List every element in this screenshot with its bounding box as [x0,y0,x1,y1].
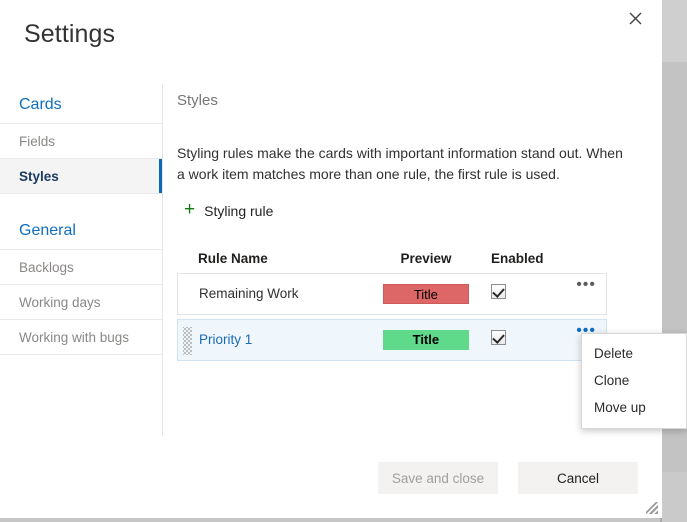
settings-dialog: Settings Cards Fields Styles General Bac… [0,0,662,518]
settings-sidebar: Cards Fields Styles General Backlogs Wor… [0,86,162,355]
cancel-button[interactable]: Cancel [518,462,638,494]
close-icon[interactable] [620,4,650,32]
sidebar-item-styles[interactable]: Styles [0,159,162,194]
dialog-footer: Save and close Cancel [0,462,662,494]
table-row[interactable]: Remaining Work Title ••• [177,273,607,315]
menu-item-delete[interactable]: Delete [582,340,686,367]
screenshot-root: Settings Cards Fields Styles General Bac… [0,0,687,522]
table-header-row: Rule Name Preview Enabled [177,243,607,273]
rule-preview-cell: Title [367,284,484,304]
rule-name-label: Priority 1 [199,332,253,347]
column-header-rule-name: Rule Name [198,250,268,266]
sidebar-group-header-cards: Cards [0,86,162,124]
section-description: Styling rules make the cards with import… [177,145,623,182]
sidebar-group-header-general: General [0,212,162,250]
main-panel: Styles Styling rules make the cards with… [177,92,637,361]
row-context-menu: Delete Clone Move up [581,333,687,429]
add-styling-rule-button[interactable]: + Styling rule [184,199,274,220]
styling-rules-table: Rule Name Preview Enabled Remaining Work… [177,243,607,361]
sidebar-item-working-days[interactable]: Working days [0,285,162,320]
enabled-checkbox[interactable] [490,284,506,299]
rule-name-cell: Remaining Work [178,285,367,303]
backdrop-band-bottom [660,472,687,522]
rule-enabled-cell [485,284,565,304]
row-menu-icon[interactable]: ••• [576,277,596,293]
enabled-checkbox[interactable] [490,330,506,345]
menu-item-move-up[interactable]: Move up [582,394,686,421]
plus-icon: + [184,199,196,220]
preview-badge: Title [382,330,469,350]
table-row[interactable]: Priority 1 Title ••• [177,319,607,361]
rule-name-cell: Priority 1 [178,331,367,349]
resize-grip-icon[interactable] [646,502,658,514]
column-header-enabled: Enabled [491,250,544,266]
vertical-divider [162,84,163,436]
sidebar-item-backlogs[interactable]: Backlogs [0,250,162,285]
rule-preview-cell: Title [367,330,484,350]
add-styling-rule-label: Styling rule [204,202,274,219]
sidebar-item-fields[interactable]: Fields [0,124,162,159]
save-and-close-button[interactable]: Save and close [378,462,498,494]
drag-handle-icon[interactable] [183,327,192,355]
rule-enabled-cell [485,330,565,350]
menu-item-clone[interactable]: Clone [582,367,686,394]
sidebar-item-working-with-bugs[interactable]: Working with bugs [0,320,162,355]
section-title: Styles [177,92,218,109]
column-header-preview: Preview [400,250,452,266]
page-title: Settings [24,20,116,48]
backdrop-band-top [660,0,687,62]
rule-name-label: Remaining Work [199,286,299,301]
preview-badge: Title [382,284,469,304]
